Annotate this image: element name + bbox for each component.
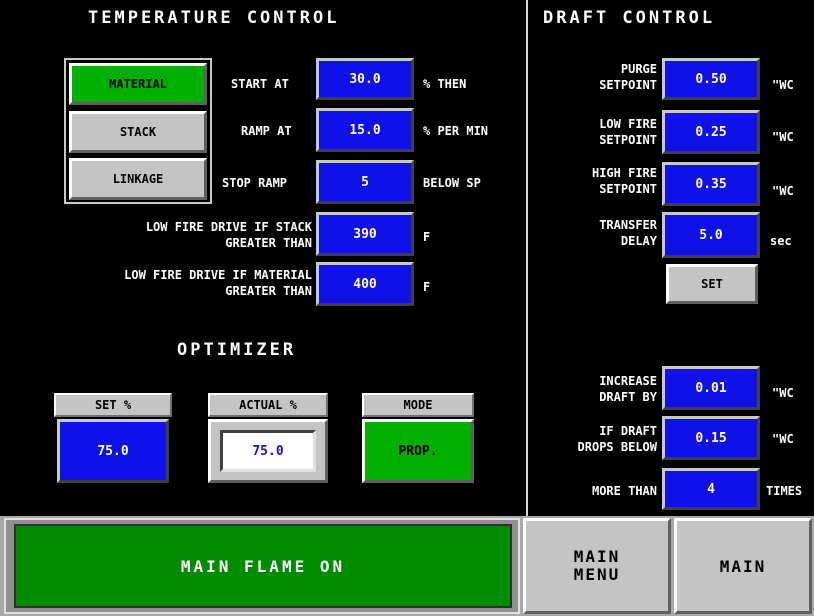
material-button[interactable]: MATERIAL	[69, 63, 207, 105]
mode-button[interactable]: PROP.	[362, 419, 474, 483]
low-fire-label-line2: SETPOINT	[599, 133, 657, 147]
main-menu-label-line2: MENU	[573, 565, 621, 584]
section-divider	[526, 0, 528, 516]
low-fire-setpoint-value[interactable]: 0.25	[662, 110, 760, 154]
main-button[interactable]: MAIN	[674, 518, 812, 614]
high-fire-label-line2: SETPOINT	[599, 182, 657, 196]
main-menu-button[interactable]: MAIN MENU	[523, 518, 671, 614]
material-drive-label-line2: GREATER THAN	[225, 284, 312, 298]
high-fire-unit: "WC	[772, 184, 794, 198]
stop-ramp-value[interactable]: 5	[316, 160, 414, 204]
ramp-at-value[interactable]: 15.0	[316, 108, 414, 152]
stack-drive-unit: F	[423, 230, 431, 244]
drops-below-label-line1: IF DRAFT	[599, 424, 657, 438]
high-fire-label-line1: HIGH FIRE	[591, 166, 657, 180]
stop-ramp-unit: BELOW SP	[423, 176, 481, 190]
stop-ramp-label: STOP RAMP	[222, 176, 288, 190]
linkage-button[interactable]: LINKAGE	[69, 158, 207, 200]
purge-setpoint-value[interactable]: 0.50	[662, 58, 760, 100]
more-than-label: MORE THAN	[591, 484, 657, 498]
transfer-delay-label-line1: TRANSFER	[599, 218, 657, 232]
more-than-value[interactable]: 4	[662, 468, 760, 510]
low-fire-unit: "WC	[772, 130, 794, 144]
main-flame-status: MAIN FLAME ON	[14, 524, 512, 608]
high-fire-setpoint-value[interactable]: 0.35	[662, 162, 760, 206]
ramp-at-label: RAMP AT	[241, 124, 292, 138]
mode-caption: MODE	[362, 393, 474, 417]
material-drive-unit: F	[423, 280, 431, 294]
drops-below-unit: "WC	[772, 432, 794, 446]
set-percent-caption: SET %	[54, 393, 172, 417]
stack-drive-value[interactable]: 390	[316, 212, 414, 256]
transfer-delay-unit: sec	[770, 234, 792, 248]
transfer-delay-value[interactable]: 5.0	[662, 212, 760, 258]
increase-label-line1: INCREASE	[599, 374, 657, 388]
increase-label-line2: DRAFT BY	[599, 390, 657, 404]
optimizer-title: OPTIMIZER	[177, 340, 297, 360]
set-button[interactable]: SET	[666, 264, 758, 304]
purge-unit: "WC	[772, 78, 794, 92]
start-at-value[interactable]: 30.0	[316, 58, 414, 100]
start-at-label: START AT	[231, 77, 289, 91]
stack-drive-label-line2: GREATER THAN	[225, 236, 312, 250]
purge-label-line2: SETPOINT	[599, 78, 657, 92]
more-than-unit: TIMES	[766, 484, 803, 498]
drops-below-label-line2: DROPS BELOW	[577, 440, 657, 454]
material-drive-value[interactable]: 400	[316, 262, 414, 306]
actual-percent-caption: ACTUAL %	[208, 393, 328, 417]
temperature-control-title: TEMPERATURE CONTROL	[88, 8, 340, 28]
increase-unit: "WC	[772, 386, 794, 400]
main-menu-label-line1: MAIN	[573, 547, 621, 566]
set-percent-value[interactable]: 75.0	[57, 419, 169, 483]
low-fire-label-line1: LOW FIRE	[599, 117, 657, 131]
stack-button[interactable]: STACK	[69, 111, 207, 153]
actual-percent-value: 75.0	[220, 430, 316, 472]
transfer-delay-label-line2: DELAY	[620, 234, 657, 248]
draft-control-title: DRAFT CONTROL	[543, 8, 716, 28]
drops-below-value[interactable]: 0.15	[662, 416, 760, 460]
stack-drive-label-line1: LOW FIRE DRIVE IF STACK	[145, 220, 312, 234]
start-at-unit: % THEN	[423, 77, 467, 91]
material-drive-label-line1: LOW FIRE DRIVE IF MATERIAL	[124, 268, 312, 282]
increase-draft-value[interactable]: 0.01	[662, 366, 760, 410]
ramp-at-unit: % PER MIN	[423, 124, 489, 138]
purge-label-line1: PURGE	[620, 62, 657, 76]
